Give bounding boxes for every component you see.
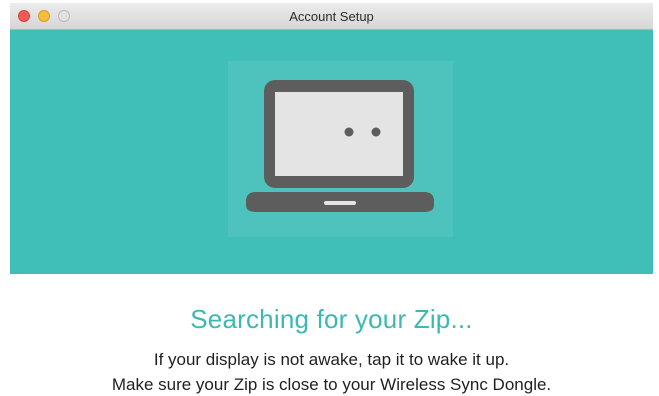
eye-dot-left-icon — [344, 127, 354, 137]
title-bar[interactable]: Account Setup — [10, 3, 653, 30]
status-heading: Searching for your Zip... — [190, 304, 473, 334]
instruction-proximity: Make sure your Zip is close to your Wire… — [111, 375, 552, 394]
hero-banner — [10, 30, 653, 274]
laptop-illustration — [228, 61, 453, 237]
eye-dot-right-icon — [371, 127, 381, 137]
window-title: Account Setup — [289, 9, 374, 24]
instruction-wake-display: If your display is not awake, tap it to … — [153, 350, 510, 369]
laptop-icon — [246, 80, 434, 212]
account-setup-window: Account Setup Searching for your Zip... … — [10, 3, 653, 394]
